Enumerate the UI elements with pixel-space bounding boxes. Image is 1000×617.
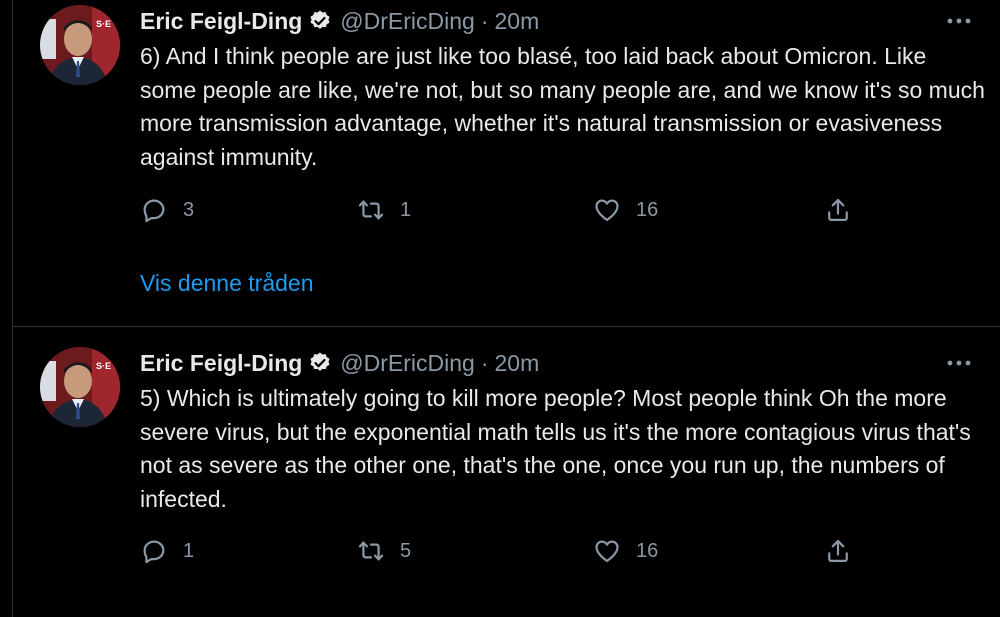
avatar-image: S·E <box>40 5 120 85</box>
tweet[interactable]: S·E Eric Feigl-Ding @DrEricDing · 20m <box>13 0 1000 327</box>
separator: · <box>480 7 489 34</box>
tweet[interactable]: S·E Eric Feigl-Ding @DrEricDing · 20m <box>13 327 1000 617</box>
like-count: 16 <box>636 198 659 221</box>
avatar[interactable]: S·E <box>40 347 120 427</box>
reply-count: 3 <box>183 198 195 221</box>
timeline-feed: S·E Eric Feigl-Ding @DrEricDing · 20m 6)… <box>12 0 1000 617</box>
reply-icon <box>143 199 165 223</box>
tweet-actions: 3 1 16 <box>140 193 860 227</box>
retweet-icon <box>358 541 384 561</box>
share-icon <box>828 539 848 563</box>
more-options-icon[interactable] <box>945 349 973 377</box>
author-name[interactable]: Eric Feigl-Ding <box>140 8 302 35</box>
tweet-text: 5) Which is ultimately going to kill mor… <box>140 385 971 512</box>
avatar-badge-text: S·E <box>96 361 111 371</box>
like-icon <box>595 199 619 222</box>
avatar-badge-text: S·E <box>96 19 111 29</box>
reply-button[interactable]: 3 <box>140 193 194 227</box>
tweet-header: Eric Feigl-Ding @DrEricDing · 20m <box>140 346 539 380</box>
author-name[interactable]: Eric Feigl-Ding <box>140 350 302 377</box>
retweet-count: 5 <box>400 539 412 562</box>
retweet-button[interactable]: 1 <box>357 193 411 227</box>
show-thread-link[interactable]: Vis denne tråden <box>140 270 314 297</box>
retweet-icon <box>358 200 384 220</box>
like-icon <box>595 540 619 563</box>
share-button[interactable] <box>824 193 852 227</box>
like-button[interactable]: 16 <box>593 193 658 227</box>
reply-icon <box>143 540 165 564</box>
avatar-image: S·E <box>40 347 120 427</box>
author-handle[interactable]: @DrEricDing <box>340 8 475 35</box>
author-handle[interactable]: @DrEricDing <box>340 350 475 377</box>
like-button[interactable]: 16 <box>593 534 658 568</box>
verified-badge-icon <box>308 351 332 375</box>
retweet-count: 1 <box>400 198 412 221</box>
tweet-header: Eric Feigl-Ding @DrEricDing · 20m <box>140 4 539 38</box>
more-options-icon[interactable] <box>945 7 973 35</box>
share-icon <box>828 198 848 222</box>
timestamp[interactable]: 20m <box>495 8 540 35</box>
tweet-text: 6) And I think people are just like too … <box>140 43 985 170</box>
tweet-actions: 1 5 16 <box>140 534 860 568</box>
reply-count: 1 <box>183 539 195 562</box>
reply-button[interactable]: 1 <box>140 534 194 568</box>
like-count: 16 <box>636 539 659 562</box>
retweet-button[interactable]: 5 <box>357 534 411 568</box>
avatar[interactable]: S·E <box>40 5 120 85</box>
verified-badge-icon <box>308 9 332 33</box>
share-button[interactable] <box>824 534 852 568</box>
timestamp[interactable]: 20m <box>495 350 540 377</box>
separator: · <box>480 349 489 376</box>
